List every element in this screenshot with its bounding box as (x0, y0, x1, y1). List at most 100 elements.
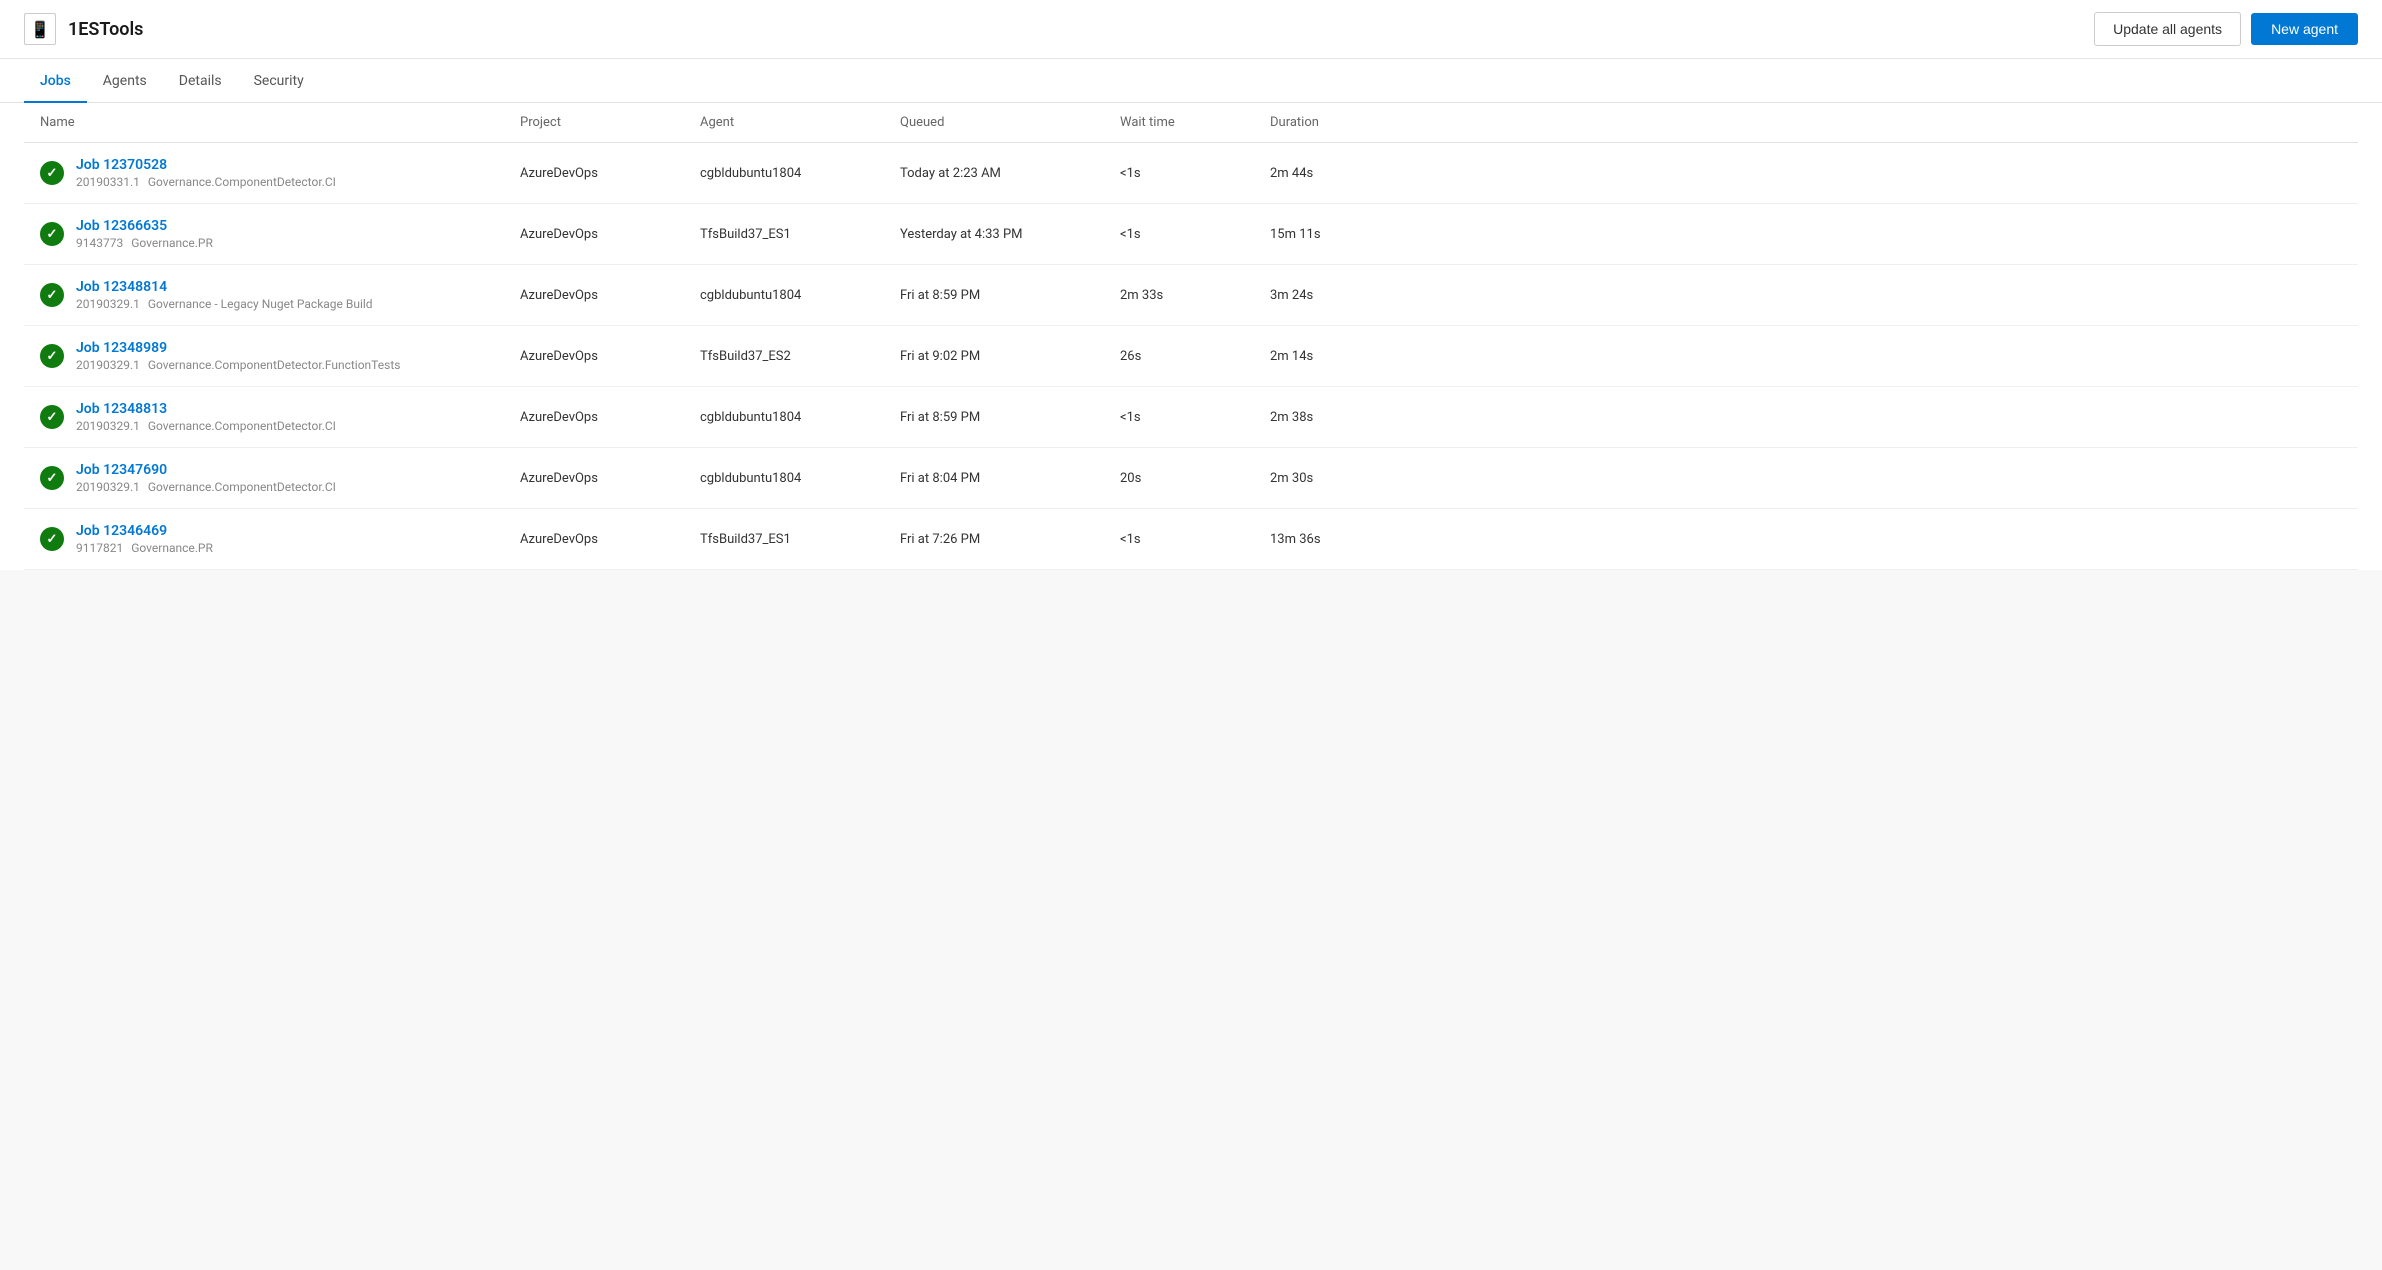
app-header: 📱 1ESTools Update all agents New agent (0, 0, 2382, 59)
job-pipeline: Governance.ComponentDetector.CI (148, 480, 336, 494)
job-title[interactable]: Job 12370528 (76, 157, 336, 173)
name-cell: Job 12347690 20190329.1 Governance.Compo… (40, 462, 520, 494)
name-cell: Job 12366635 9143773 Governance.PR (40, 218, 520, 250)
duration-cell: 13m 36s (1270, 532, 1420, 547)
job-subtitle: 20190331.1 Governance.ComponentDetector.… (76, 175, 336, 189)
duration-cell: 2m 14s (1270, 349, 1420, 364)
col-agent: Agent (700, 115, 900, 130)
job-subtitle: 9117821 Governance.PR (76, 541, 213, 555)
job-subtitle: 20190329.1 Governance.ComponentDetector.… (76, 358, 400, 372)
job-pipeline: Governance.PR (131, 236, 213, 250)
header-right: Update all agents New agent (2094, 12, 2358, 46)
queued-cell: Fri at 8:59 PM (900, 288, 1120, 303)
table-body: Job 12370528 20190331.1 Governance.Compo… (24, 143, 2358, 570)
job-info: Job 12346469 9117821 Governance.PR (76, 523, 213, 555)
job-title[interactable]: Job 12348814 (76, 279, 373, 295)
job-info: Job 12347690 20190329.1 Governance.Compo… (76, 462, 336, 494)
tab-details[interactable]: Details (163, 59, 238, 103)
success-icon (40, 222, 64, 246)
job-title[interactable]: Job 12366635 (76, 218, 213, 234)
duration-cell: 2m 38s (1270, 410, 1420, 425)
success-icon (40, 161, 64, 185)
job-build-number: 20190329.1 (76, 358, 140, 372)
header-left: 📱 1ESTools (24, 13, 143, 45)
job-title[interactable]: Job 12348989 (76, 340, 400, 356)
duration-cell: 15m 11s (1270, 227, 1420, 242)
project-cell: AzureDevOps (520, 349, 700, 364)
job-title[interactable]: Job 12347690 (76, 462, 336, 478)
table-row[interactable]: Job 12348813 20190329.1 Governance.Compo… (24, 387, 2358, 448)
queued-cell: Fri at 8:59 PM (900, 410, 1120, 425)
job-info: Job 12370528 20190331.1 Governance.Compo… (76, 157, 336, 189)
success-icon (40, 344, 64, 368)
job-build-number: 20190329.1 (76, 419, 140, 433)
success-icon (40, 466, 64, 490)
table-row[interactable]: Job 12348814 20190329.1 Governance - Leg… (24, 265, 2358, 326)
success-icon (40, 405, 64, 429)
job-pipeline: Governance.ComponentDetector.CI (148, 175, 336, 189)
project-cell: AzureDevOps (520, 410, 700, 425)
job-build-number: 9117821 (76, 541, 123, 555)
job-subtitle: 20190329.1 Governance.ComponentDetector.… (76, 480, 336, 494)
table-row[interactable]: Job 12346469 9117821 Governance.PR Azure… (24, 509, 2358, 570)
new-agent-button[interactable]: New agent (2251, 13, 2358, 45)
job-info: Job 12348814 20190329.1 Governance - Leg… (76, 279, 373, 311)
queued-cell: Fri at 7:26 PM (900, 532, 1120, 547)
queued-cell: Fri at 8:04 PM (900, 471, 1120, 486)
agent-cell: cgbldubuntu1804 (700, 471, 900, 486)
job-title[interactable]: Job 12348813 (76, 401, 336, 417)
tab-jobs[interactable]: Jobs (24, 59, 87, 103)
project-cell: AzureDevOps (520, 471, 700, 486)
job-title[interactable]: Job 12346469 (76, 523, 213, 539)
table-row[interactable]: Job 12347690 20190329.1 Governance.Compo… (24, 448, 2358, 509)
tab-agents[interactable]: Agents (87, 59, 163, 103)
job-pipeline: Governance.ComponentDetector.CI (148, 419, 336, 433)
main-content: Name Project Agent Queued Wait time Dura… (0, 103, 2382, 570)
job-build-number: 20190331.1 (76, 175, 140, 189)
project-cell: AzureDevOps (520, 227, 700, 242)
jobs-table: Name Project Agent Queued Wait time Dura… (24, 103, 2358, 570)
wait-time-cell: <1s (1120, 166, 1270, 181)
job-pipeline: Governance.PR (131, 541, 213, 555)
queued-cell: Yesterday at 4:33 PM (900, 227, 1120, 242)
agent-cell: TfsBuild37_ES1 (700, 532, 900, 547)
name-cell: Job 12348813 20190329.1 Governance.Compo… (40, 401, 520, 433)
col-duration: Duration (1270, 115, 1420, 130)
tab-security[interactable]: Security (238, 59, 320, 103)
job-info: Job 12348813 20190329.1 Governance.Compo… (76, 401, 336, 433)
job-pipeline: Governance - Legacy Nuget Package Build (148, 297, 373, 311)
wait-time-cell: <1s (1120, 532, 1270, 547)
job-build-number: 20190329.1 (76, 297, 140, 311)
agent-cell: cgbldubuntu1804 (700, 410, 900, 425)
app-title: 1ESTools (68, 19, 143, 40)
agent-cell: cgbldubuntu1804 (700, 166, 900, 181)
job-build-number: 20190329.1 (76, 480, 140, 494)
job-subtitle: 20190329.1 Governance.ComponentDetector.… (76, 419, 336, 433)
app-icon: 📱 (24, 13, 56, 45)
col-project: Project (520, 115, 700, 130)
col-queued: Queued (900, 115, 1120, 130)
col-name: Name (40, 115, 520, 130)
success-icon (40, 283, 64, 307)
wait-time-cell: <1s (1120, 410, 1270, 425)
project-cell: AzureDevOps (520, 166, 700, 181)
queued-cell: Today at 2:23 AM (900, 166, 1120, 181)
job-build-number: 9143773 (76, 236, 123, 250)
name-cell: Job 12348989 20190329.1 Governance.Compo… (40, 340, 520, 372)
table-row[interactable]: Job 12370528 20190331.1 Governance.Compo… (24, 143, 2358, 204)
project-cell: AzureDevOps (520, 532, 700, 547)
duration-cell: 2m 30s (1270, 471, 1420, 486)
tab-bar: Jobs Agents Details Security (0, 59, 2382, 103)
table-row[interactable]: Job 12366635 9143773 Governance.PR Azure… (24, 204, 2358, 265)
update-all-agents-button[interactable]: Update all agents (2094, 12, 2241, 46)
job-info: Job 12366635 9143773 Governance.PR (76, 218, 213, 250)
table-header: Name Project Agent Queued Wait time Dura… (24, 103, 2358, 143)
name-cell: Job 12346469 9117821 Governance.PR (40, 523, 520, 555)
col-wait-time: Wait time (1120, 115, 1270, 130)
agent-cell: TfsBuild37_ES1 (700, 227, 900, 242)
job-pipeline: Governance.ComponentDetector.FunctionTes… (148, 358, 401, 372)
wait-time-cell: 2m 33s (1120, 288, 1270, 303)
duration-cell: 3m 24s (1270, 288, 1420, 303)
table-row[interactable]: Job 12348989 20190329.1 Governance.Compo… (24, 326, 2358, 387)
wait-time-cell: 26s (1120, 349, 1270, 364)
